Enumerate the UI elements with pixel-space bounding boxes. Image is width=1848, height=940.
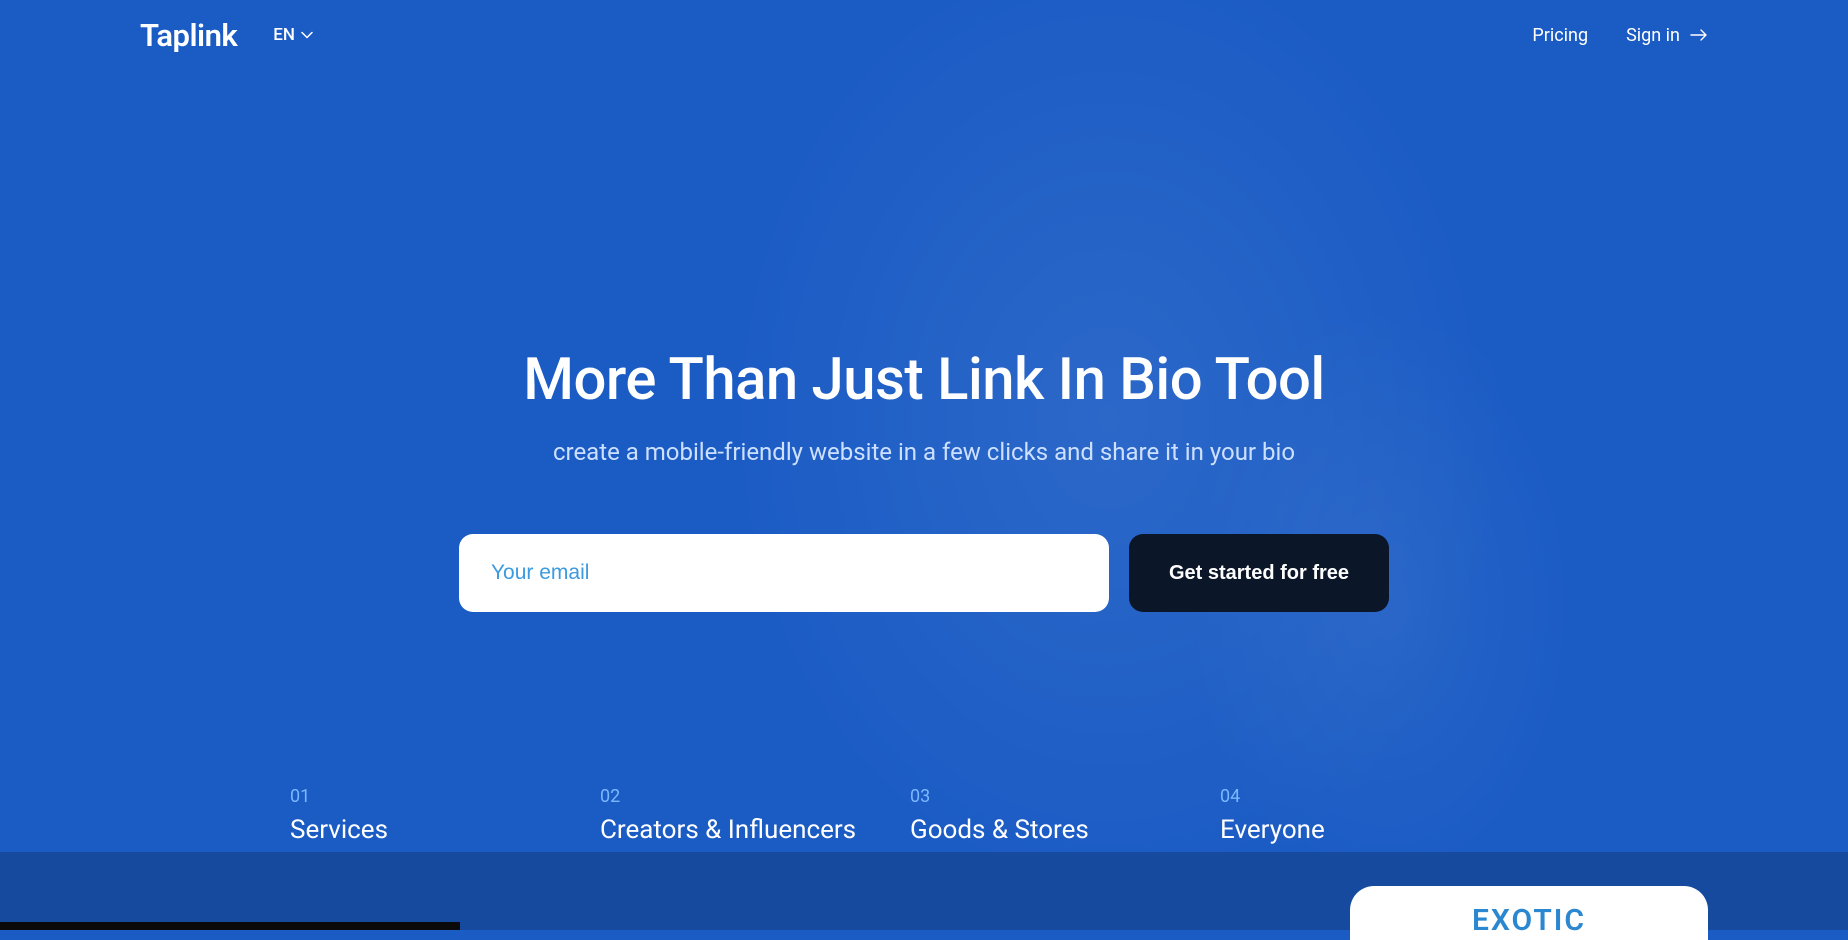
- get-started-button[interactable]: Get started for free: [1129, 534, 1389, 612]
- tab-label: Goods & Stores: [910, 815, 1220, 845]
- tab-number: 02: [600, 786, 910, 807]
- tab-number: 03: [910, 786, 1220, 807]
- email-field[interactable]: [459, 534, 1109, 612]
- tab-label: Creators & Influencers: [600, 815, 910, 845]
- signin-link[interactable]: Sign in: [1626, 25, 1708, 46]
- tab-number: 04: [1220, 786, 1530, 807]
- arrow-right-icon: [1690, 29, 1708, 41]
- bottom-band: EXOTIC: [0, 852, 1848, 930]
- chevron-down-icon: [301, 29, 313, 41]
- pricing-link[interactable]: Pricing: [1532, 25, 1588, 46]
- preview-card: EXOTIC: [1350, 886, 1708, 940]
- logo[interactable]: Taplink: [140, 17, 237, 54]
- language-label: EN: [273, 25, 295, 45]
- tab-label: Services: [290, 815, 600, 845]
- tab-number: 01: [290, 786, 600, 807]
- language-switcher[interactable]: EN: [273, 25, 313, 45]
- signup-form: Get started for free: [0, 534, 1848, 612]
- hero-title: More Than Just Link In Bio Tool: [0, 346, 1848, 414]
- hero-subtitle: create a mobile-friendly website in a fe…: [0, 438, 1848, 466]
- signin-label: Sign in: [1626, 25, 1680, 46]
- hero-content: More Than Just Link In Bio Tool create a…: [0, 56, 1848, 612]
- bottom-dark-strip: [0, 922, 460, 930]
- header: Taplink EN Pricing Sign in: [0, 0, 1848, 56]
- preview-card-title: EXOTIC: [1472, 903, 1586, 938]
- tab-label: Everyone: [1220, 815, 1530, 845]
